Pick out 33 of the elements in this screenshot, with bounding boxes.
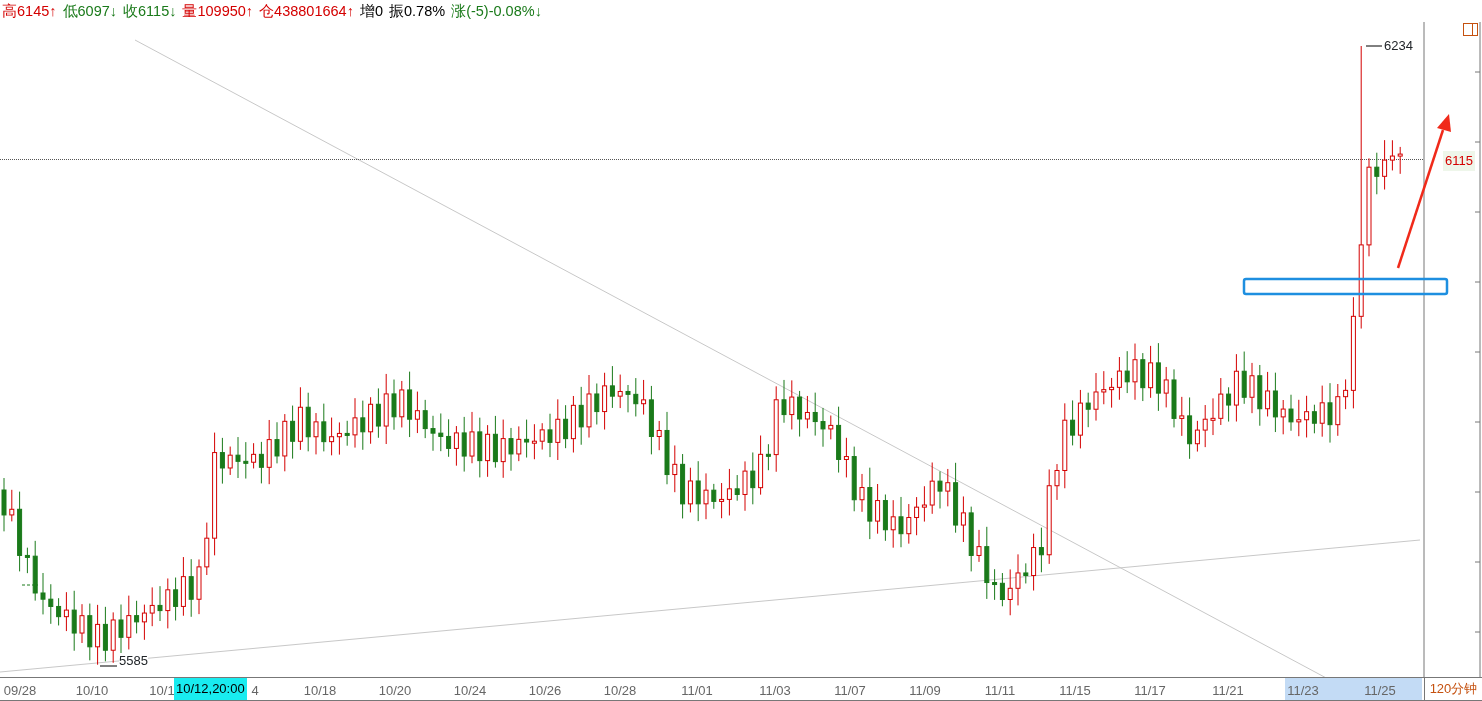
period-selector[interactable]: 120分钟 [1424,678,1482,700]
current-price-label: 6115 [1443,151,1475,171]
quote-stat: 仓438801664↑ [259,2,354,21]
window-icon[interactable] [1463,23,1478,36]
high-price-label: 6234 [1384,38,1413,53]
low-price-label: 5585 [119,653,148,668]
axis-date-label: 11/15 [1059,682,1091,700]
axis-date-label: 10/28 [603,682,637,700]
axis-date-label: 10/1 [149,682,175,700]
axis-date-label: 09/28 [3,682,37,700]
axis-date-label: 11/03 [759,682,791,700]
quote-stat: 低6097↓ [62,2,118,21]
axis-date-label: 11/07 [834,682,866,700]
axis-date-label: 4 [251,682,259,700]
quote-stat: 增0 [359,2,383,21]
axis-date-label: 10/20 [378,682,412,700]
axis-date-label: 10/26 [528,682,562,700]
axis-date-label: 10/24 [453,682,487,700]
quote-stat: 振0.78% [389,2,446,21]
axis-date-label: 11/17 [1134,682,1166,700]
axis-date-label: 11/01 [681,682,713,700]
axis-date-label: 11/23 [1287,682,1319,700]
quote-stat: 高6145↑ [2,2,57,21]
axis-date-label: 11/09 [909,682,941,700]
axis-date-label: 11/21 [1212,682,1244,700]
quote-stat: 收6115↓ [123,2,177,21]
axis-date-label: 10/10 [75,682,109,700]
crosshair-time-label: 10/12,20:00 [174,678,247,700]
axis-date-label: 11/11 [984,682,1016,700]
axis-date-label: 10/18 [303,682,337,700]
axis-date-label: 11/25 [1364,682,1396,700]
quote-stat: 量109950↑ [182,2,254,21]
quote-stat: 涨(-5)-0.08%↓ [451,2,542,21]
